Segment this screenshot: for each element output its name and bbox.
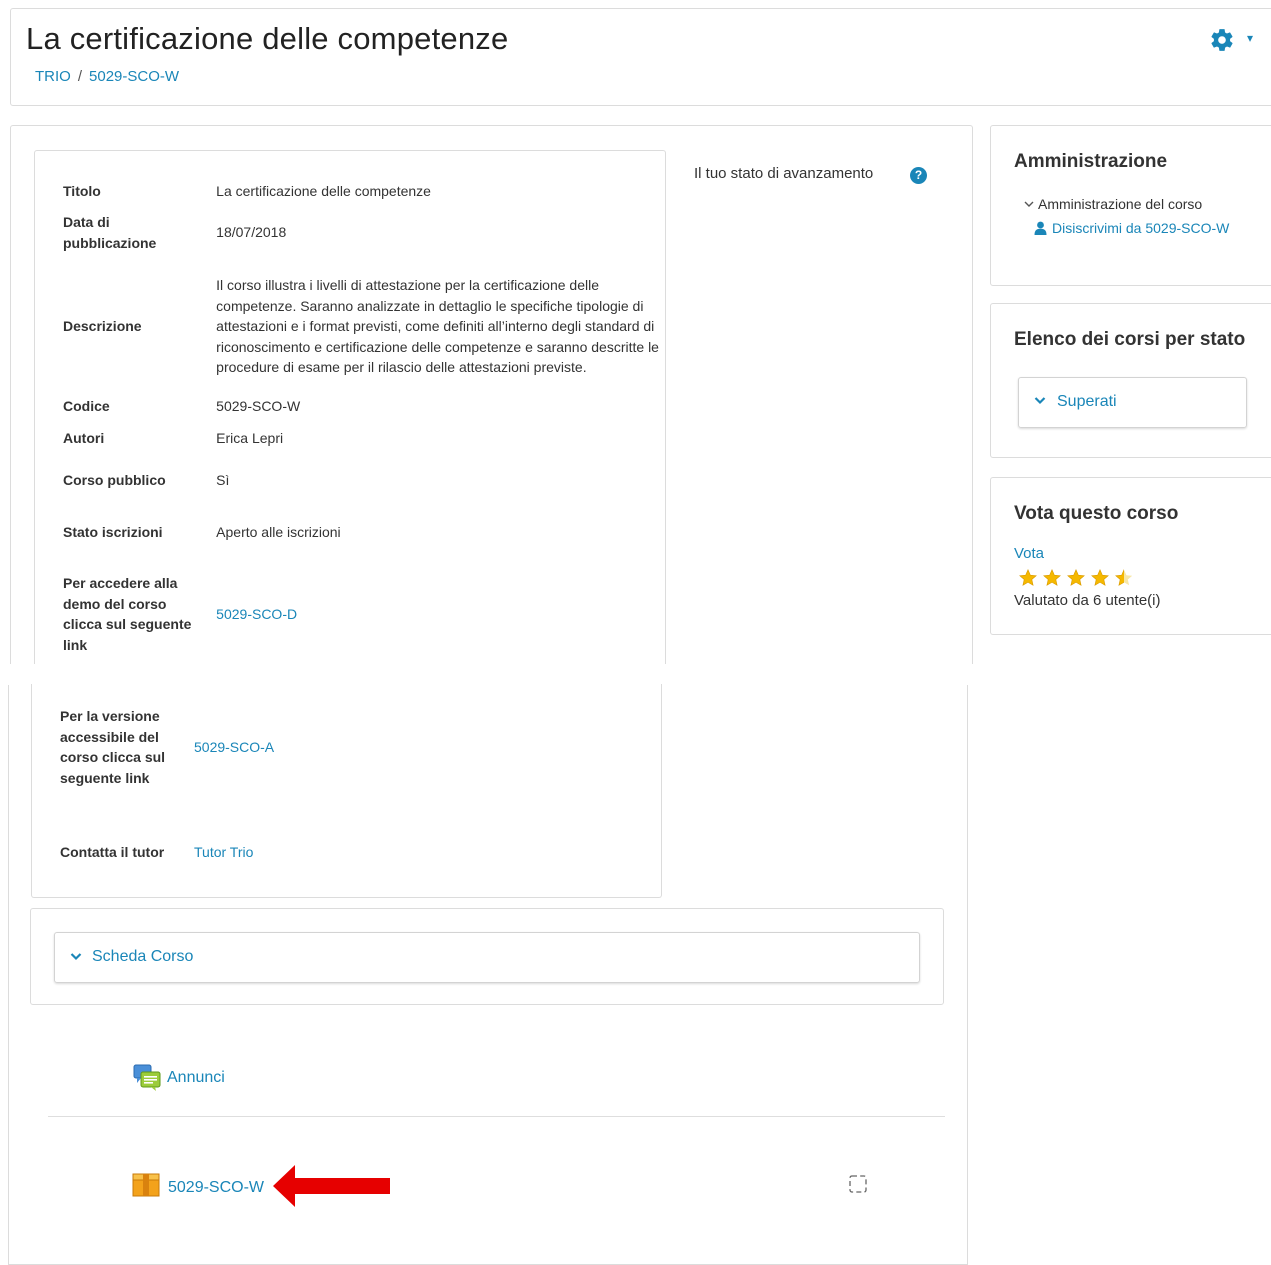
info-row-descrizione: Descrizione Il corso illustra i livelli …	[63, 263, 665, 390]
info-value: La certificazione delle competenze	[216, 182, 431, 199]
info-row-autori: Autori Erica Lepri	[63, 422, 665, 454]
info-label: Per la versione accessibile del corso cl…	[60, 708, 166, 786]
info-label: Corso pubblico	[63, 471, 166, 488]
caret-down-icon[interactable]: ▾	[1247, 31, 1253, 45]
breadcrumb-separator: /	[77, 68, 83, 85]
info-row-corso-pubblico: Corso pubblico Sì	[63, 454, 665, 506]
info-value: Aperto alle iscrizioni	[216, 523, 341, 540]
info-row-stato-iscrizioni: Stato iscrizioni Aperto alle iscrizioni	[63, 506, 665, 558]
forum-icon	[133, 1064, 161, 1091]
tutor-link[interactable]: Tutor Trio	[194, 844, 253, 860]
activity-annunci: Annunci	[133, 1064, 225, 1092]
info-value: 18/07/2018	[216, 224, 287, 241]
superati-toggle[interactable]: Superati	[1018, 377, 1247, 428]
page-header: La certificazione delle competenze TRIO /…	[10, 8, 1271, 106]
page-gap	[0, 664, 1271, 684]
info-label: Contatta il tutor	[60, 843, 165, 860]
gear-icon[interactable]	[1209, 27, 1235, 53]
unenrol-link[interactable]: Disiscrivimi da 5029-SCO-W	[1034, 220, 1229, 236]
info-label: Stato iscrizioni	[63, 523, 163, 540]
admin-block-title: Amministrazione	[1014, 151, 1168, 172]
info-row-tutor: Contatta il tutor Tutor Trio	[60, 813, 274, 891]
state-block-title: Elenco dei corsi per stato	[1014, 329, 1246, 350]
info-value: 5029-SCO-D	[216, 558, 665, 670]
course-info-card: Titolo La certificazione delle competenz…	[34, 150, 666, 670]
activity-scorm: 5029-SCO-W	[132, 1172, 264, 1200]
info-label: Per accedere alla demo del corso clicca …	[63, 575, 192, 653]
info-label: Autori	[63, 429, 105, 446]
course-sheet-label: Scheda Corso	[92, 948, 194, 965]
unenrol-label: Disiscrivimi da 5029-SCO-W	[1052, 220, 1230, 236]
course-sheet-card: Scheda Corso	[30, 908, 944, 1005]
info-row-accessibile: Per la versione accessibile del corso cl…	[60, 681, 274, 813]
info-value: Tutor Trio	[194, 813, 274, 891]
info-label: Titolo	[63, 182, 101, 199]
breadcrumb-trio[interactable]: TRIO	[35, 68, 71, 85]
info-row-data: Data di pubblicazione 18/07/2018	[63, 202, 665, 263]
page-title: La certificazione delle competenze	[26, 21, 509, 56]
chevron-down-icon	[70, 953, 82, 961]
star-rating	[1019, 569, 1139, 592]
admin-node-label: Amministrazione del corso	[1038, 196, 1203, 212]
admin-block: Amministrazione Amministrazione del cors…	[990, 125, 1271, 286]
info-label: Codice	[63, 397, 110, 414]
admin-node[interactable]: Amministrazione del corso	[1024, 196, 1202, 212]
vote-block-title: Vota questo corso	[1014, 503, 1179, 524]
annunci-link[interactable]: Annunci	[167, 1069, 225, 1087]
breadcrumb-course[interactable]: 5029-SCO-W	[89, 68, 179, 85]
accessible-link[interactable]: 5029-SCO-A	[194, 739, 274, 755]
info-label: Data di pubblicazione	[63, 214, 157, 251]
course-info-table: Titolo La certificazione delle competenz…	[63, 180, 665, 670]
star-icon	[1043, 569, 1061, 586]
vote-course-block: Vota questo corso Vota Valutato da 6 ute…	[990, 477, 1271, 635]
scorm-link[interactable]: 5029-SCO-W	[168, 1179, 264, 1197]
courses-by-state-block: Elenco dei corsi per stato Superati	[990, 303, 1271, 458]
info-label: Descrizione	[63, 318, 142, 335]
divider	[48, 1116, 945, 1117]
info-row-codice: Codice 5029-SCO-W	[63, 390, 665, 422]
vote-link[interactable]: Vota	[1014, 545, 1044, 562]
course-info-table-continued: Per la versione accessibile del corso cl…	[60, 681, 274, 891]
info-value: Sì	[216, 471, 230, 488]
star-icon	[1115, 569, 1133, 586]
breadcrumb: TRIO / 5029-SCO-W	[35, 68, 179, 85]
info-value: 5029-SCO-A	[194, 681, 274, 813]
demo-link[interactable]: 5029-SCO-D	[216, 606, 297, 622]
completion-checkbox[interactable]	[849, 1175, 867, 1193]
info-row-titolo: Titolo La certificazione delle competenz…	[63, 180, 665, 202]
info-value: Erica Lepri	[216, 429, 284, 446]
course-sheet-toggle[interactable]: Scheda Corso	[54, 932, 920, 983]
scorm-package-icon	[132, 1173, 160, 1197]
rated-by: Valutato da 6 utente(i)	[1014, 592, 1161, 609]
course-info-card-continued: Per la versione accessibile del corso cl…	[31, 678, 662, 898]
question-circle-icon[interactable]: ?	[910, 167, 927, 184]
star-icon	[1019, 569, 1037, 586]
star-icon	[1067, 569, 1085, 586]
red-arrow-icon	[273, 1165, 390, 1207]
chevron-down-icon	[1024, 201, 1034, 207]
info-row-demo: Per accedere alla demo del corso clicca …	[63, 558, 665, 670]
user-icon	[1034, 221, 1047, 235]
info-value: 5029-SCO-W	[216, 397, 301, 414]
info-value: Il corso illustra i livelli di attestazi…	[216, 277, 659, 376]
progress-label: Il tuo stato di avanzamento	[694, 165, 874, 182]
chevron-down-icon	[1034, 397, 1046, 405]
superati-label: Superati	[1057, 393, 1117, 410]
star-icon	[1091, 569, 1109, 586]
